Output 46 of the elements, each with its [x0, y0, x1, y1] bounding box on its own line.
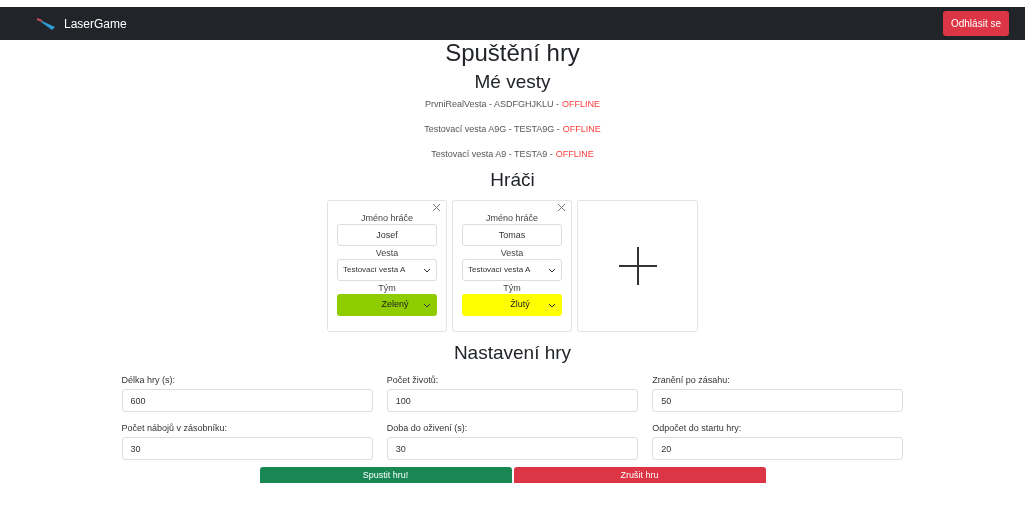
chevron-down-icon [423, 302, 431, 308]
number-field[interactable]: 30 [121, 437, 373, 460]
vest-info: PrvniRealVesta - ASDFGHJKLU - [424, 99, 559, 109]
field-label: Délka hry (s): [121, 374, 176, 386]
action-button[interactable]: Zrušit hru [513, 467, 766, 483]
field-label: Jméno hráče [361, 212, 413, 224]
field-label: Doba do oživení (s): [386, 422, 469, 434]
field-label: Zranění po zásahu: [652, 374, 731, 386]
field-label: Počet nábojů v zásobníku: [121, 422, 229, 434]
vest-status: OFFLINE [562, 124, 601, 134]
section-heading: Mé vesty [474, 71, 551, 93]
vest-select[interactable]: Testovací vesta A [462, 259, 562, 281]
close-icon[interactable] [557, 203, 566, 212]
vest-select[interactable]: Testovací vesta A [337, 259, 437, 281]
close-icon[interactable] [432, 203, 441, 212]
laser-gun-icon [36, 17, 56, 30]
name-field[interactable]: Josef [337, 224, 437, 246]
team-select[interactable]: Žlutý [462, 294, 562, 316]
field-label: Vesta [500, 247, 524, 259]
page-title: Spuštění hry [445, 40, 580, 66]
number-field[interactable]: 600 [121, 389, 373, 412]
chevron-down-icon [423, 267, 431, 273]
name-field[interactable]: Tomas [462, 224, 562, 246]
field-label: Vesta [375, 247, 399, 259]
team-select[interactable]: Zelený [337, 294, 437, 316]
chevron-down-icon [548, 302, 556, 308]
field-label: Jméno hráče [486, 212, 538, 224]
vest-status: OFFLINE [562, 99, 600, 109]
brand-link[interactable]: LaserGame [64, 14, 127, 33]
number-field[interactable]: 100 [386, 389, 639, 412]
number-field[interactable]: 50 [652, 389, 904, 412]
number-field[interactable]: 20 [652, 437, 904, 460]
section-heading: Hráči [490, 169, 535, 191]
logout-button[interactable]: Odhlásit se [942, 11, 1009, 36]
chevron-down-icon [548, 267, 556, 273]
plus-icon [618, 247, 657, 285]
section-heading: Nastavení hry [453, 342, 572, 364]
field-label: Počet životů: [386, 374, 440, 386]
number-field[interactable]: 30 [386, 437, 639, 460]
vest-info: Testovací vesta A9 - TESTA9 - [431, 149, 553, 159]
field-label: Tým [378, 282, 396, 294]
field-label: Tým [503, 282, 521, 294]
action-button[interactable]: Spustit hru! [259, 467, 512, 483]
field-label: Odpočet do startu hry: [652, 422, 743, 434]
vest-info: Testovací vesta A9G - TESTA9G - [424, 124, 560, 134]
vest-status: OFFLINE [555, 149, 594, 159]
